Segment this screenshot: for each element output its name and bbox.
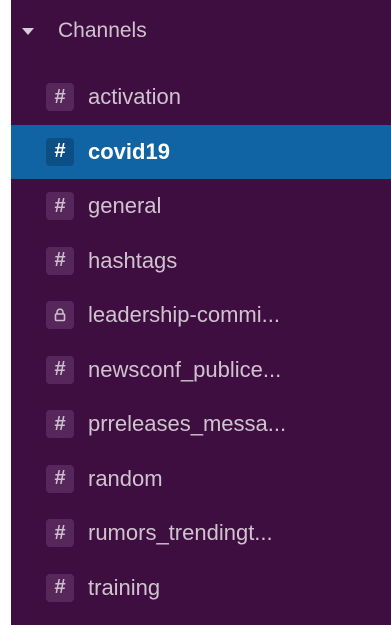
- channel-label: general: [88, 193, 162, 219]
- hash-icon: #: [46, 355, 74, 384]
- channel-item-hashtags[interactable]: # hashtags: [11, 234, 391, 289]
- channel-item-general[interactable]: # general: [11, 179, 391, 234]
- channel-list: # activation # covid19 # general # hasht…: [11, 70, 391, 615]
- lock-icon: [46, 301, 74, 330]
- channel-label: random: [88, 465, 163, 491]
- channel-item-random[interactable]: # random: [11, 452, 391, 507]
- hash-icon: #: [46, 464, 74, 493]
- channel-item-newsconf[interactable]: # newsconf_publice...: [11, 343, 391, 398]
- hash-icon: #: [46, 137, 74, 166]
- channel-label: activation: [88, 84, 181, 110]
- channel-label: newsconf_publice...: [88, 356, 282, 382]
- hash-icon: #: [46, 83, 74, 112]
- hash-icon: #: [46, 246, 74, 275]
- channel-sidebar: Channels # activation # covid19 # genera…: [11, 0, 391, 625]
- channels-section-header[interactable]: Channels: [11, 6, 391, 56]
- caret-down-icon[interactable]: [22, 27, 34, 35]
- channel-label: covid19: [88, 138, 170, 164]
- hash-icon: #: [46, 573, 74, 602]
- channel-label: hashtags: [88, 247, 178, 273]
- hash-icon: #: [46, 519, 74, 548]
- channel-item-training[interactable]: # training: [11, 561, 391, 616]
- channel-item-activation[interactable]: # activation: [11, 70, 391, 125]
- channel-label: training: [88, 574, 161, 600]
- channel-label: leadership-commi...: [88, 302, 280, 328]
- channel-item-covid19[interactable]: # covid19: [11, 124, 391, 179]
- channel-item-leadership[interactable]: leadership-commi...: [11, 288, 391, 343]
- hash-icon: #: [46, 192, 74, 221]
- channel-item-rumors[interactable]: # rumors_trendingt...: [11, 506, 391, 561]
- channel-label: prreleases_messa...: [88, 411, 287, 437]
- channels-section-title: Channels: [58, 19, 147, 42]
- channel-item-prreleases[interactable]: # prreleases_messa...: [11, 397, 391, 452]
- hash-icon: #: [46, 410, 74, 439]
- channel-label: rumors_trendingt...: [88, 520, 273, 546]
